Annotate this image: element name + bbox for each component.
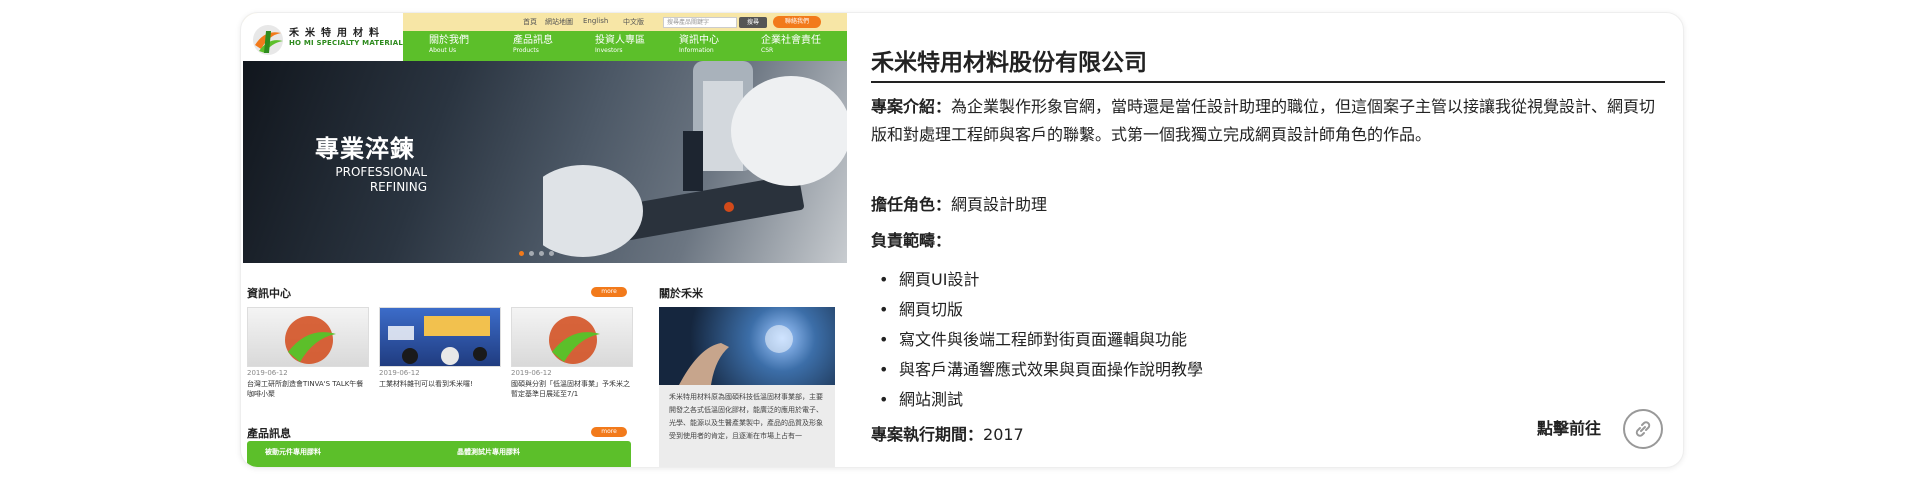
news-more-button[interactable]: more: [591, 287, 627, 297]
about-text: 禾米特用材料原為國碩科技低溫固材事業部，主要開發之各式低溫固化膠材，能廣泛的應用…: [659, 385, 835, 467]
touch-hand-image: [679, 325, 793, 385]
list-item: • 與客戶溝通響應式效果與頁面操作說明教學: [879, 360, 1204, 379]
carousel-dot[interactable]: [529, 251, 534, 256]
carousel-dot[interactable]: [519, 251, 524, 256]
logo-text-en: HO MI SPECIALTY MATERIALS: [289, 39, 409, 47]
news-thumbnail: [379, 307, 501, 367]
contact-button-label: 聯絡我們: [784, 18, 809, 25]
product-more-button[interactable]: more: [591, 427, 627, 437]
search-input[interactable]: 搜尋產品關鍵字: [663, 17, 737, 28]
product-section-title: 產品訊息: [247, 427, 291, 440]
hero-banner: 專業淬鍊 PROFESSIONAL REFINING: [243, 61, 847, 263]
role-label: 擔任角色：: [871, 195, 952, 214]
logo-mark-icon: [285, 316, 336, 364]
nav-label-en: About Us: [429, 47, 457, 54]
list-item: • 寫文件與後端工程師對街頁面邏輯與功能: [879, 330, 1188, 349]
util-link-sitemap[interactable]: 網站地圖: [545, 17, 573, 27]
logo-mark-icon: [253, 25, 283, 55]
microscope-image: [543, 61, 847, 257]
about-section-title: 關於禾米: [659, 287, 703, 300]
news-date: 2019-06-12: [511, 369, 552, 377]
period-line: 專案執行期間：2017: [871, 421, 1024, 449]
website-screenshot: 禾米特用材料 HO MI SPECIALTY MATERIALS 首頁 網站地圖…: [243, 13, 847, 467]
news-thumbnail: [247, 307, 369, 367]
news-title: 台灣工研所創造會TINVA'S TALK午餐咖啡小聚: [247, 380, 364, 398]
carousel-dot[interactable]: [549, 251, 554, 256]
nav-label-en: Information: [679, 47, 714, 54]
period-value: 2017: [983, 425, 1024, 444]
news-title: 國碩與分割「低溫固材事業」予禾米之暫定基準日展延至7/1: [511, 380, 630, 398]
product-bar: 被動元件專用膠料 晶體測試片專用膠料: [247, 441, 631, 467]
list-item: • 網站測試: [879, 390, 964, 409]
util-link-english[interactable]: English: [583, 17, 608, 25]
list-item-text: 寫文件與後端工程師對街頁面邏輯與功能: [899, 330, 1188, 349]
nav-label-zh: 資訊中心: [679, 35, 719, 46]
nav-label-en: Products: [513, 47, 539, 54]
title-divider: [871, 81, 1665, 83]
scope-label: 負責範疇：: [871, 231, 952, 250]
role-line: 擔任角色：網頁設計助理: [871, 191, 1047, 219]
util-link-home[interactable]: 首頁: [523, 17, 537, 27]
logo-mark-icon: [549, 316, 600, 364]
nav-item-about[interactable]: 關於我們 About Us: [429, 34, 469, 55]
carousel-dots: [519, 241, 559, 260]
hero-subtitle-line: REFINING: [369, 180, 427, 194]
project-card: 禾米特用材料 HO MI SPECIALTY MATERIALS 首頁 網站地圖…: [240, 12, 1684, 468]
news-item[interactable]: 2019-06-12 工業材料雜刊可以看到禾米囉!: [379, 307, 501, 389]
list-item-text: 網頁切版: [899, 300, 964, 319]
nav-item-investors[interactable]: 投資人專區 Investors: [595, 34, 645, 55]
util-link-chinese[interactable]: 中文版: [623, 17, 644, 27]
news-item[interactable]: 2019-06-12 台灣工研所創造會TINVA'S TALK午餐咖啡小聚: [247, 307, 369, 399]
responsibility-list: • 網頁UI設計 • 網頁切版 • 寫文件與後端工程師對街頁面邏輯與功能 • 與客戶溝通…: [871, 265, 1203, 415]
role-value: 網頁設計助理: [951, 195, 1048, 214]
carousel-dot[interactable]: [539, 251, 544, 256]
product-item[interactable]: 晶體測試片專用膠料: [457, 447, 520, 457]
list-item: • 網頁UI設計: [879, 270, 980, 289]
intro-text: 為企業製作形象官網，當時還是當任設計助理的職位，但這個案子主管以接讓我從視覺設計…: [871, 97, 1656, 144]
main-nav: 關於我們 About Us 產品訊息 Products 投資人專區 Invest…: [403, 31, 847, 61]
list-item-text: 網站測試: [899, 390, 964, 409]
nav-label-zh: 企業社會責任: [761, 35, 821, 46]
project-intro: 專案介紹：為企業製作形象官網，當時還是當任設計助理的職位，但這個案子主管以接讓我…: [871, 93, 1667, 149]
news-item[interactable]: 2019-06-12 國碩與分割「低溫固材事業」予禾米之暫定基準日展延至7/1: [511, 307, 633, 399]
list-item-text: 與客戶溝通響應式效果與頁面操作說明教學: [899, 360, 1204, 379]
logo[interactable]: 禾米特用材料 HO MI SPECIALTY MATERIALS: [243, 13, 408, 61]
nav-item-products[interactable]: 產品訊息 Products: [513, 34, 553, 55]
nav-label-en: Investors: [595, 47, 623, 54]
company-title: 禾米特用材料股份有限公司: [871, 50, 1147, 76]
news-date: 2019-06-12: [379, 369, 420, 377]
hero-subtitle: PROFESSIONAL REFINING: [327, 165, 427, 195]
list-item: • 網頁切版: [879, 300, 964, 319]
hero-title: 專業淬鍊: [315, 135, 415, 163]
nav-label-zh: 關於我們: [429, 35, 469, 46]
nav-label-en: CSR: [761, 47, 774, 54]
search-button[interactable]: 搜尋: [739, 17, 767, 28]
about-image: [659, 307, 835, 385]
news-section-title: 資訊中心: [247, 287, 291, 300]
product-item[interactable]: 被動元件專用膠料: [265, 447, 321, 457]
visit-link-label[interactable]: 點擊前往: [1537, 415, 1601, 443]
magazine-cover-image: [388, 316, 490, 365]
logo-text-zh: 禾米特用材料: [289, 28, 385, 39]
contact-button[interactable]: 聯絡我們: [773, 16, 821, 28]
nav-item-information[interactable]: 資訊中心 Information: [679, 34, 719, 55]
project-description: 禾米特用材料股份有限公司 專案介紹：為企業製作形象官網，當時還是當任設計助理的職…: [871, 13, 1667, 467]
link-icon[interactable]: [1623, 409, 1663, 449]
nav-label-zh: 產品訊息: [513, 35, 553, 46]
period-label: 專案執行期間：: [871, 425, 984, 444]
news-date: 2019-06-12: [247, 369, 288, 377]
nav-item-csr[interactable]: 企業社會責任 CSR: [761, 34, 821, 55]
hero-subtitle-line: PROFESSIONAL: [335, 165, 427, 179]
list-item-text: 網頁UI設計: [899, 270, 980, 289]
news-thumbnail: [511, 307, 633, 367]
search-button-label: 搜尋: [746, 19, 759, 26]
news-title: 工業材料雜刊可以看到禾米囉!: [379, 380, 473, 388]
intro-label: 專案介紹：: [871, 97, 952, 116]
link-icon-glyph: [1635, 421, 1651, 437]
nav-label-zh: 投資人專區: [595, 35, 645, 46]
